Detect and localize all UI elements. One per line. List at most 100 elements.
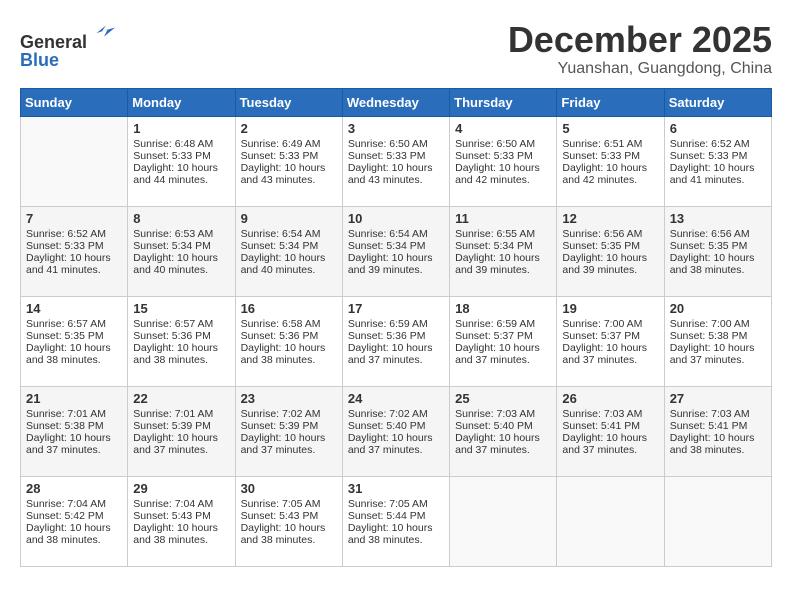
- cell-info-line: and 37 minutes.: [241, 444, 337, 456]
- day-number: 18: [455, 301, 551, 316]
- cell-info-line: and 43 minutes.: [241, 174, 337, 186]
- cell-info-line: Sunrise: 6:52 AM: [670, 138, 766, 150]
- cell-info-line: Sunset: 5:34 PM: [133, 240, 229, 252]
- calendar-cell: [21, 116, 128, 206]
- cell-info-line: Sunrise: 7:04 AM: [133, 498, 229, 510]
- cell-info-line: and 38 minutes.: [670, 444, 766, 456]
- calendar-cell: 27Sunrise: 7:03 AMSunset: 5:41 PMDayligh…: [664, 386, 771, 476]
- cell-info-line: Daylight: 10 hours: [26, 522, 122, 534]
- cell-info-line: and 38 minutes.: [133, 534, 229, 546]
- cell-info-line: Daylight: 10 hours: [348, 342, 444, 354]
- week-row-5: 28Sunrise: 7:04 AMSunset: 5:42 PMDayligh…: [21, 476, 772, 566]
- day-number: 6: [670, 121, 766, 136]
- weekday-header-sunday: Sunday: [21, 88, 128, 116]
- cell-info-line: Sunrise: 7:05 AM: [241, 498, 337, 510]
- calendar-cell: 4Sunrise: 6:50 AMSunset: 5:33 PMDaylight…: [450, 116, 557, 206]
- week-row-2: 7Sunrise: 6:52 AMSunset: 5:33 PMDaylight…: [21, 206, 772, 296]
- weekday-header-wednesday: Wednesday: [342, 88, 449, 116]
- cell-info-line: and 39 minutes.: [455, 264, 551, 276]
- cell-info-line: and 44 minutes.: [133, 174, 229, 186]
- week-row-4: 21Sunrise: 7:01 AMSunset: 5:38 PMDayligh…: [21, 386, 772, 476]
- cell-info-line: Sunrise: 6:57 AM: [133, 318, 229, 330]
- day-number: 15: [133, 301, 229, 316]
- calendar-cell: 3Sunrise: 6:50 AMSunset: 5:33 PMDaylight…: [342, 116, 449, 206]
- cell-info-line: and 37 minutes.: [26, 444, 122, 456]
- day-number: 9: [241, 211, 337, 226]
- calendar-cell: 14Sunrise: 6:57 AMSunset: 5:35 PMDayligh…: [21, 296, 128, 386]
- day-number: 27: [670, 391, 766, 406]
- cell-info-line: Sunrise: 6:50 AM: [455, 138, 551, 150]
- day-number: 11: [455, 211, 551, 226]
- cell-info-line: Daylight: 10 hours: [133, 522, 229, 534]
- calendar-cell: [664, 476, 771, 566]
- calendar-cell: 6Sunrise: 6:52 AMSunset: 5:33 PMDaylight…: [664, 116, 771, 206]
- calendar-table: SundayMondayTuesdayWednesdayThursdayFrid…: [20, 88, 772, 567]
- weekday-header-monday: Monday: [128, 88, 235, 116]
- calendar-cell: 25Sunrise: 7:03 AMSunset: 5:40 PMDayligh…: [450, 386, 557, 476]
- cell-info-line: Sunset: 5:41 PM: [562, 420, 658, 432]
- cell-info-line: Daylight: 10 hours: [455, 252, 551, 264]
- cell-info-line: Sunset: 5:36 PM: [348, 330, 444, 342]
- cell-info-line: Sunset: 5:39 PM: [133, 420, 229, 432]
- cell-info-line: Daylight: 10 hours: [455, 432, 551, 444]
- cell-info-line: Daylight: 10 hours: [670, 252, 766, 264]
- weekday-header-friday: Friday: [557, 88, 664, 116]
- cell-info-line: Daylight: 10 hours: [562, 162, 658, 174]
- cell-info-line: Daylight: 10 hours: [348, 162, 444, 174]
- day-number: 30: [241, 481, 337, 496]
- cell-info-line: Sunrise: 6:56 AM: [670, 228, 766, 240]
- calendar-cell: 1Sunrise: 6:48 AMSunset: 5:33 PMDaylight…: [128, 116, 235, 206]
- cell-info-line: Sunset: 5:35 PM: [562, 240, 658, 252]
- calendar-cell: 30Sunrise: 7:05 AMSunset: 5:43 PMDayligh…: [235, 476, 342, 566]
- calendar-cell: 31Sunrise: 7:05 AMSunset: 5:44 PMDayligh…: [342, 476, 449, 566]
- cell-info-line: and 37 minutes.: [133, 444, 229, 456]
- cell-info-line: and 43 minutes.: [348, 174, 444, 186]
- cell-info-line: Sunrise: 7:02 AM: [348, 408, 444, 420]
- cell-info-line: Daylight: 10 hours: [455, 342, 551, 354]
- cell-info-line: Sunset: 5:37 PM: [562, 330, 658, 342]
- calendar-cell: 8Sunrise: 6:53 AMSunset: 5:34 PMDaylight…: [128, 206, 235, 296]
- cell-info-line: Daylight: 10 hours: [348, 252, 444, 264]
- cell-info-line: Daylight: 10 hours: [133, 342, 229, 354]
- cell-info-line: Sunset: 5:34 PM: [241, 240, 337, 252]
- cell-info-line: Daylight: 10 hours: [241, 522, 337, 534]
- cell-info-line: and 37 minutes.: [455, 354, 551, 366]
- cell-info-line: and 37 minutes.: [348, 444, 444, 456]
- cell-info-line: Sunset: 5:36 PM: [133, 330, 229, 342]
- cell-info-line: Sunset: 5:43 PM: [133, 510, 229, 522]
- day-number: 24: [348, 391, 444, 406]
- cell-info-line: and 41 minutes.: [670, 174, 766, 186]
- weekday-header-saturday: Saturday: [664, 88, 771, 116]
- calendar-cell: 23Sunrise: 7:02 AMSunset: 5:39 PMDayligh…: [235, 386, 342, 476]
- cell-info-line: Daylight: 10 hours: [26, 342, 122, 354]
- cell-info-line: Sunrise: 7:03 AM: [455, 408, 551, 420]
- calendar-cell: 9 Sunrise: 6:54 AMSunset: 5:34 PMDaylight…: [235, 206, 342, 296]
- day-number: 16: [241, 301, 337, 316]
- day-number: 8: [133, 211, 229, 226]
- weekday-header-tuesday: Tuesday: [235, 88, 342, 116]
- cell-info-line: Daylight: 10 hours: [241, 342, 337, 354]
- cell-info-line: Daylight: 10 hours: [670, 432, 766, 444]
- cell-info-line: Sunrise: 7:00 AM: [670, 318, 766, 330]
- day-number: 20: [670, 301, 766, 316]
- cell-info-line: and 42 minutes.: [562, 174, 658, 186]
- cell-info-line: and 37 minutes.: [670, 354, 766, 366]
- cell-info-line: Sunset: 5:41 PM: [670, 420, 766, 432]
- day-number: 13: [670, 211, 766, 226]
- cell-info-line: Sunset: 5:35 PM: [670, 240, 766, 252]
- cell-info-line: Sunset: 5:42 PM: [26, 510, 122, 522]
- cell-info-line: Daylight: 10 hours: [241, 252, 337, 264]
- cell-info-line: Sunrise: 6:54 AM: [241, 228, 337, 240]
- weekday-header-row: SundayMondayTuesdayWednesdayThursdayFrid…: [21, 88, 772, 116]
- cell-info-line: Sunrise: 6:56 AM: [562, 228, 658, 240]
- day-number: 25: [455, 391, 551, 406]
- cell-info-line: Daylight: 10 hours: [562, 252, 658, 264]
- cell-info-line: Daylight: 10 hours: [670, 342, 766, 354]
- calendar-cell: 18Sunrise: 6:59 AMSunset: 5:37 PMDayligh…: [450, 296, 557, 386]
- cell-info-line: Daylight: 10 hours: [133, 252, 229, 264]
- cell-info-line: Daylight: 10 hours: [348, 432, 444, 444]
- location: Yuanshan, Guangdong, China: [508, 60, 772, 78]
- cell-info-line: Sunrise: 6:52 AM: [26, 228, 122, 240]
- calendar-cell: 28Sunrise: 7:04 AMSunset: 5:42 PMDayligh…: [21, 476, 128, 566]
- cell-info-line: Sunset: 5:38 PM: [670, 330, 766, 342]
